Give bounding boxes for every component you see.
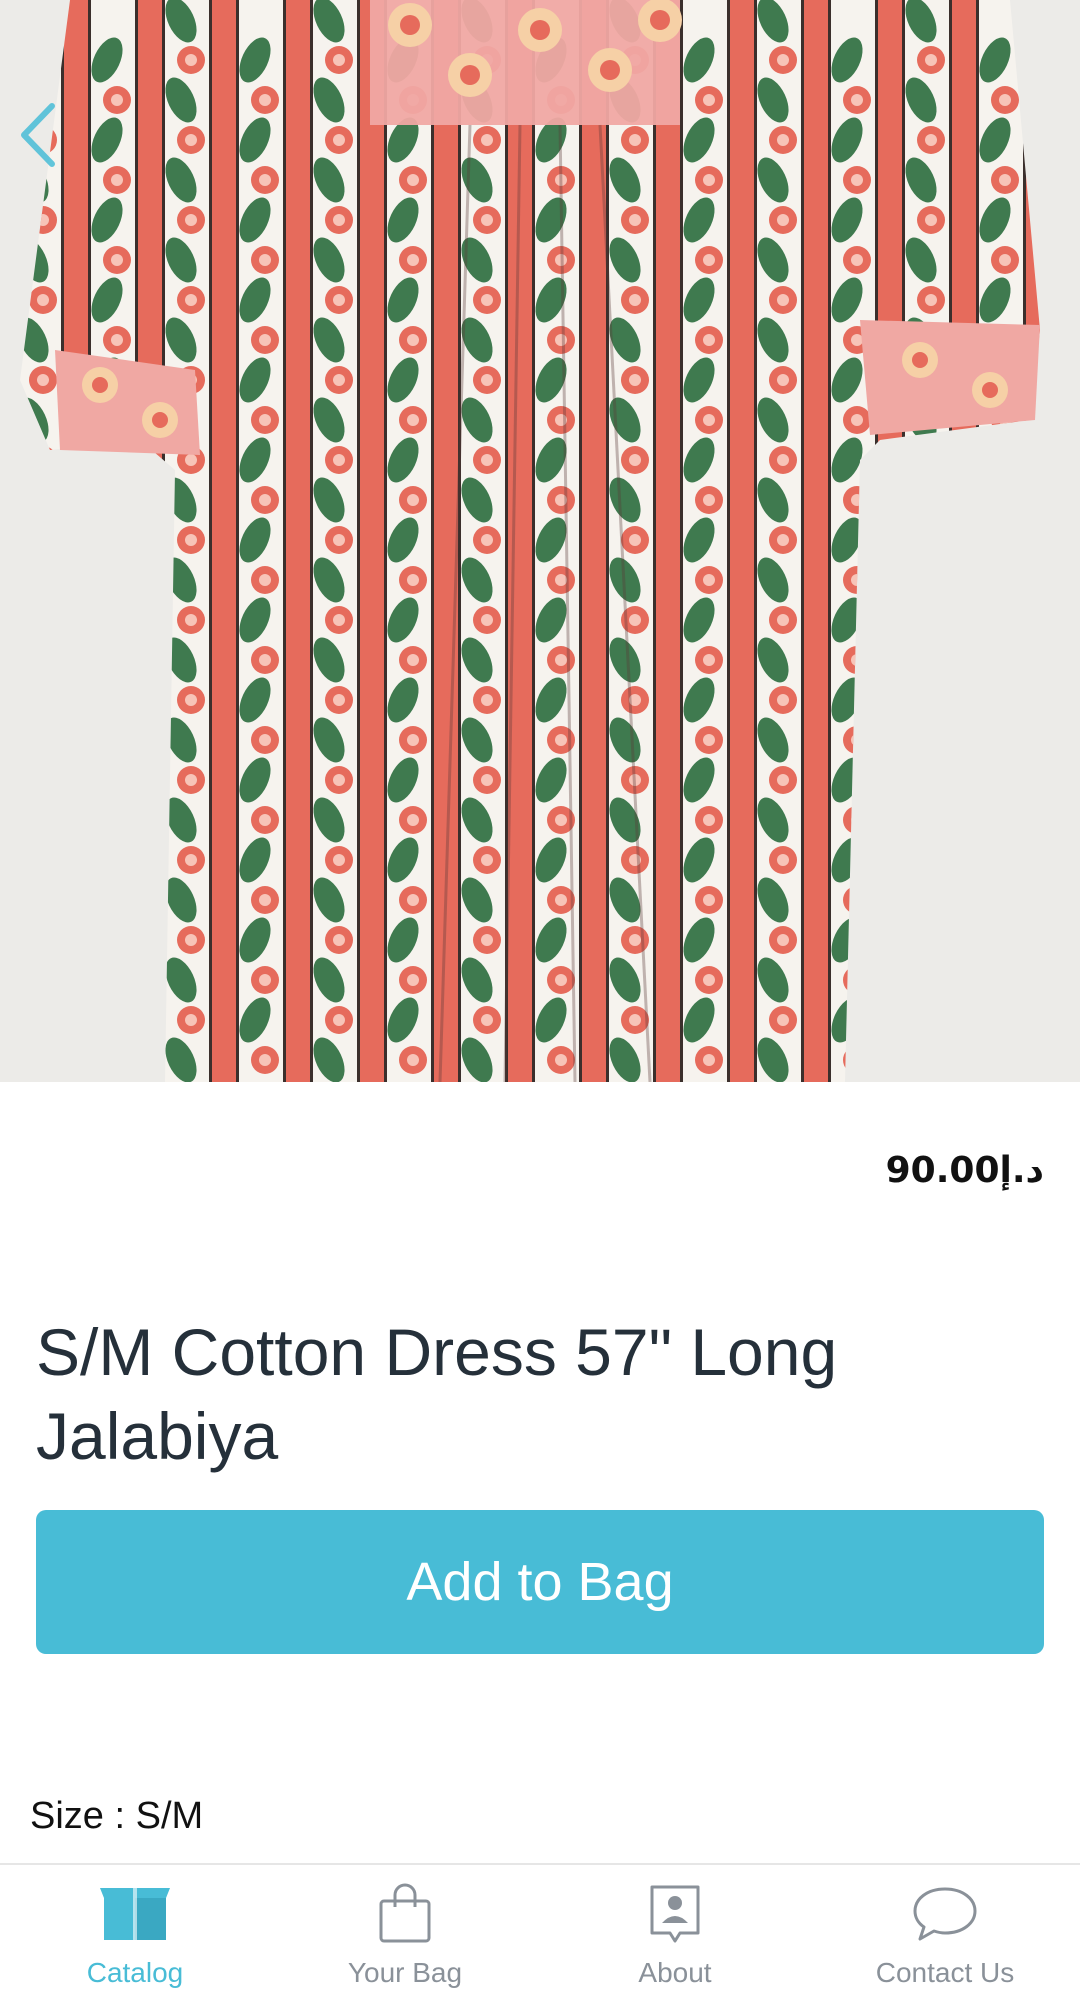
product-size: Size : S/M <box>30 1795 204 1837</box>
nav-label-contact-us: Contact Us <box>875 1957 1015 1988</box>
nav-item-catalog[interactable]: Catalog <box>0 1865 270 2007</box>
add-to-bag-button[interactable]: Add to Bag <box>36 1510 1044 1654</box>
product-price: 90.00د.إ <box>885 1150 1044 1191</box>
nav-label-about: About <box>638 1957 712 1988</box>
product-detail-screen: 90.00د.إ S/M Cotton Dress 57" Long Jalab… <box>0 0 1080 2007</box>
product-title: S/M Cotton Dress 57" Long Jalabiya <box>36 1315 838 1473</box>
nav-item-your-bag[interactable]: Your Bag <box>270 1865 540 2007</box>
nav-label-your-bag: Your Bag <box>347 1957 463 1988</box>
bottom-navigation: Catalog Your Bag About Contact Us <box>0 1863 1080 2007</box>
chevron-left-icon[interactable] <box>16 100 60 170</box>
product-image[interactable] <box>0 0 1080 1082</box>
chat-bubble-icon <box>910 1883 980 1945</box>
nav-item-contact-us[interactable]: Contact Us <box>810 1865 1080 2007</box>
nav-label-catalog: Catalog <box>86 1957 184 1988</box>
nav-item-about[interactable]: About <box>540 1865 810 2007</box>
shopping-bag-icon <box>370 1883 440 1945</box>
box-icon <box>100 1883 170 1945</box>
contact-card-icon <box>640 1883 710 1945</box>
